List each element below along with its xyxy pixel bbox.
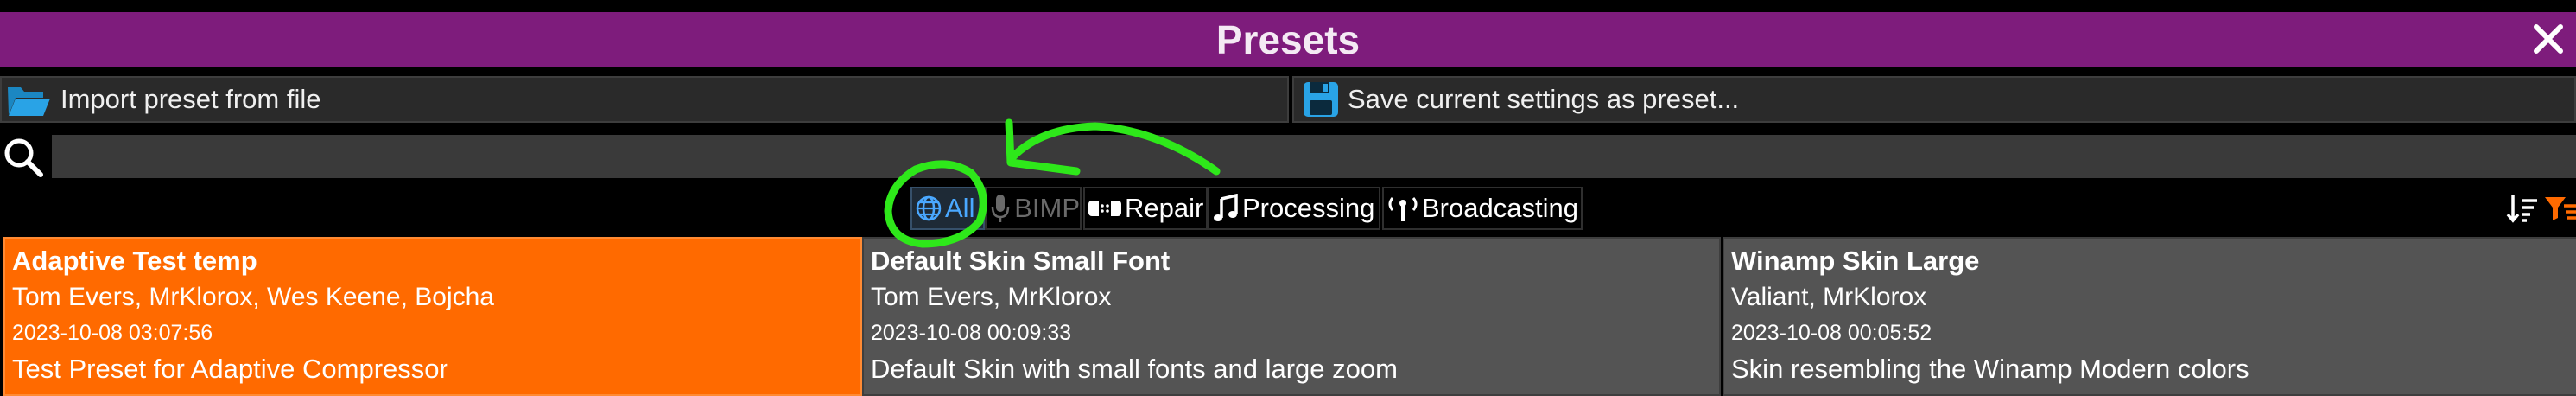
tab-repair-label: Repair [1125,193,1204,223]
import-preset-label: Import preset from file [60,84,321,114]
tab-broadcasting[interactable]: Broadcasting [1382,187,1583,230]
save-icon [1304,82,1338,117]
window-title: Presets [1215,17,1361,62]
preset-authors: Tom Evers, MrKlorox, Wes Keene, Bojcha [12,283,494,311]
preset-name: Adaptive Test temp [12,246,257,276]
tab-all-label: All [945,193,975,223]
close-icon [2534,24,2563,54]
preset-authors: Valiant, MrKlorox [1731,283,1927,311]
antenna-icon [1388,197,1418,221]
tab-bimp-label: BIMP [1014,193,1080,223]
tab-all[interactable]: All [910,187,985,230]
search-input[interactable] [52,135,2576,178]
import-preset-button[interactable]: Import preset from file [0,76,1289,123]
preset-card[interactable]: Default Skin Small Font Tom Evers, MrKlo… [862,237,1721,396]
folder-open-icon [8,87,50,116]
preset-card[interactable]: Adaptive Test temp Tom Evers, MrKlorox, … [3,237,862,396]
presets-window: Presets Import preset from file Save cur… [0,0,2576,396]
preset-name: Winamp Skin Large [1731,246,1980,276]
tab-repair[interactable]: Repair [1083,187,1208,230]
preset-description: Test Preset for Adaptive Compressor [12,354,448,384]
sort-descending-icon [2506,195,2537,223]
preset-date: 2023-10-08 00:05:52 [1731,321,1932,345]
sort-filter-controls [2503,190,2576,227]
tab-processing[interactable]: Processing [1208,187,1380,230]
preset-description: Default Skin with small fonts and large … [871,354,1398,384]
search-row [0,133,2576,180]
save-preset-label: Save current settings as preset... [1348,84,1740,114]
save-preset-button[interactable]: Save current settings as preset... [1292,76,2576,123]
preset-description: Skin resembling the Winamp Modern colors [1731,354,2249,384]
globe-icon [916,195,942,221]
title-bar: Presets [0,12,2576,67]
preset-date: 2023-10-08 03:07:56 [12,321,213,345]
tab-bimp[interactable]: BIMP [985,187,1082,230]
filter-button[interactable] [2541,190,2576,227]
filter-icon [2545,197,2576,220]
tab-processing-label: Processing [1242,193,1375,223]
sort-button[interactable] [2503,190,2541,227]
music-note-icon [1214,194,1238,221]
preset-card[interactable]: Winamp Skin Large Valiant, MrKlorox 2023… [1723,237,2576,396]
preset-name: Default Skin Small Font [871,246,1171,276]
close-button[interactable] [2528,18,2569,60]
bandage-icon [1088,201,1121,216]
tab-broadcasting-label: Broadcasting [1422,193,1578,223]
preset-date: 2023-10-08 00:09:33 [871,321,1072,345]
search-icon [4,138,43,177]
preset-authors: Tom Evers, MrKlorox [871,283,1112,311]
microphone-icon [991,195,1010,222]
